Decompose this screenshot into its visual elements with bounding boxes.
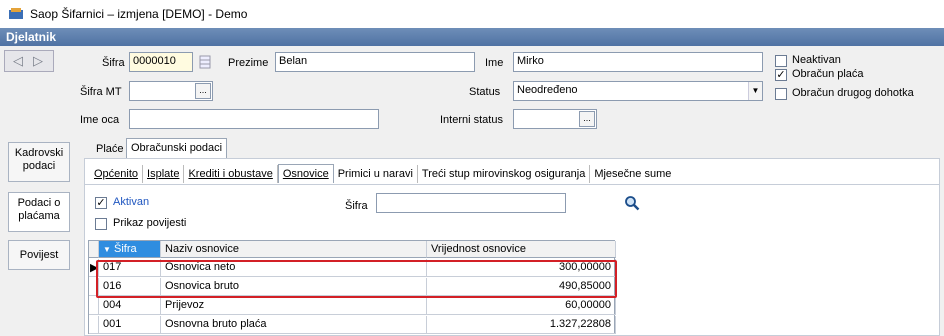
neaktivan-label: Neaktivan xyxy=(792,54,841,66)
kadrovski-podaci-button[interactable]: Kadrovski podaci xyxy=(8,142,70,182)
sifra-label: Šifra xyxy=(102,57,125,69)
row-selector xyxy=(89,297,99,315)
subtab-treci-stup[interactable]: Treći stup mirovinskog osiguranja xyxy=(418,165,591,183)
status-label: Status xyxy=(469,86,501,98)
tab-place[interactable]: Plaće xyxy=(92,140,128,158)
column-header-sifra[interactable]: ▼ Šifra xyxy=(99,241,161,258)
status-select[interactable]: Neodređeno xyxy=(513,81,763,101)
cell-vrijednost: 1.327,22808 xyxy=(427,316,616,334)
sifra-mt-label: Šifra MT xyxy=(80,86,122,98)
interni-status-label: Interni status xyxy=(440,114,503,126)
title-bar: Saop Šifarnici – izmjena [DEMO] - Demo xyxy=(0,0,944,28)
search-icon[interactable] xyxy=(624,195,640,211)
record-navigator: ◁ ▷ xyxy=(4,50,54,72)
interni-status-lookup-button[interactable]: ... xyxy=(579,111,595,127)
subtab-osnovice[interactable]: Osnovice xyxy=(277,164,334,183)
subtab-primici-u-naravi[interactable]: Primici u naravi xyxy=(334,165,418,183)
column-header-naziv[interactable]: Naziv osnovice xyxy=(161,241,427,258)
row-selector xyxy=(89,316,99,334)
sifra-mt-lookup-button[interactable]: ... xyxy=(195,83,211,99)
section-header: Djelatnik xyxy=(0,28,944,46)
prezime-field[interactable]: Belan xyxy=(275,52,475,72)
filter-sifra-field[interactable] xyxy=(376,193,566,213)
prezime-label: Prezime xyxy=(228,57,269,69)
ime-field[interactable]: Mirko xyxy=(513,52,763,72)
table-row[interactable]: 001 Osnovna bruto plaća 1.327,22808 xyxy=(89,316,616,334)
prikaz-povijesti-label: Prikaz povijesti xyxy=(113,217,187,229)
obracun-drugog-dohotka-checkbox[interactable] xyxy=(775,88,787,100)
prikaz-povijesti-checkbox[interactable] xyxy=(95,218,107,230)
ime-label: Ime xyxy=(485,57,504,69)
neaktivan-checkbox[interactable] xyxy=(775,55,787,67)
app-icon xyxy=(9,8,23,19)
prev-record-icon[interactable]: ◁ xyxy=(13,53,23,69)
table-picker-icon[interactable] xyxy=(199,55,211,69)
column-header-vrijednost[interactable]: Vrijednost osnovice xyxy=(427,241,616,258)
cell-naziv: Osnovna bruto plaća xyxy=(161,316,427,334)
divider xyxy=(84,184,940,185)
obracun-placa-checkbox[interactable]: ✓ xyxy=(775,69,787,81)
ime-oca-label: Ime oca xyxy=(80,114,120,126)
podaci-o-placama-button[interactable]: Podaci o plaćama xyxy=(8,192,70,232)
povijest-button[interactable]: Povijest xyxy=(8,240,70,270)
aktivan-label: Aktivan xyxy=(113,196,150,208)
status-value: Neodređeno xyxy=(517,84,578,96)
subtab-isplate[interactable]: Isplate xyxy=(143,165,185,183)
cell-vrijednost: 60,00000 xyxy=(427,297,616,315)
ime-oca-field[interactable] xyxy=(129,109,379,129)
cell-sifra: 001 xyxy=(99,316,161,334)
table-row[interactable]: 004 Prijevoz 60,00000 xyxy=(89,297,616,315)
aktivan-checkbox[interactable]: ✓ xyxy=(95,197,107,209)
subtab-krediti[interactable]: Krediti i obustave xyxy=(184,165,278,183)
cell-sifra: 004 xyxy=(99,297,161,315)
next-record-icon[interactable]: ▷ xyxy=(33,53,43,69)
cell-naziv: Prijevoz xyxy=(161,297,427,315)
highlight-box xyxy=(96,260,617,298)
column-header-sifra-label: Šifra xyxy=(113,243,137,255)
grid-row-header xyxy=(89,241,99,258)
subtab-opcenito[interactable]: Općenito xyxy=(90,165,144,183)
window-title: Saop Šifarnici – izmjena [DEMO] - Demo xyxy=(30,7,248,21)
obracun-placa-label: Obračun plaća xyxy=(792,68,864,80)
filter-sifra-label: Šifra xyxy=(345,200,368,212)
sifra-field[interactable]: 0000010 xyxy=(129,52,193,72)
sort-arrow-icon: ▼ xyxy=(103,245,111,254)
tab-obracunski-podaci[interactable]: Obračunski podaci xyxy=(126,138,228,158)
chevron-down-icon[interactable]: ▼ xyxy=(748,82,762,100)
sub-tab-bar: Općenito Isplate Krediti i obustave Osno… xyxy=(90,164,675,184)
obracun-drugog-dohotka-label: Obračun drugog dohotka xyxy=(792,87,914,99)
subtab-mjesecne-sume[interactable]: Mjesečne sume xyxy=(590,165,675,183)
